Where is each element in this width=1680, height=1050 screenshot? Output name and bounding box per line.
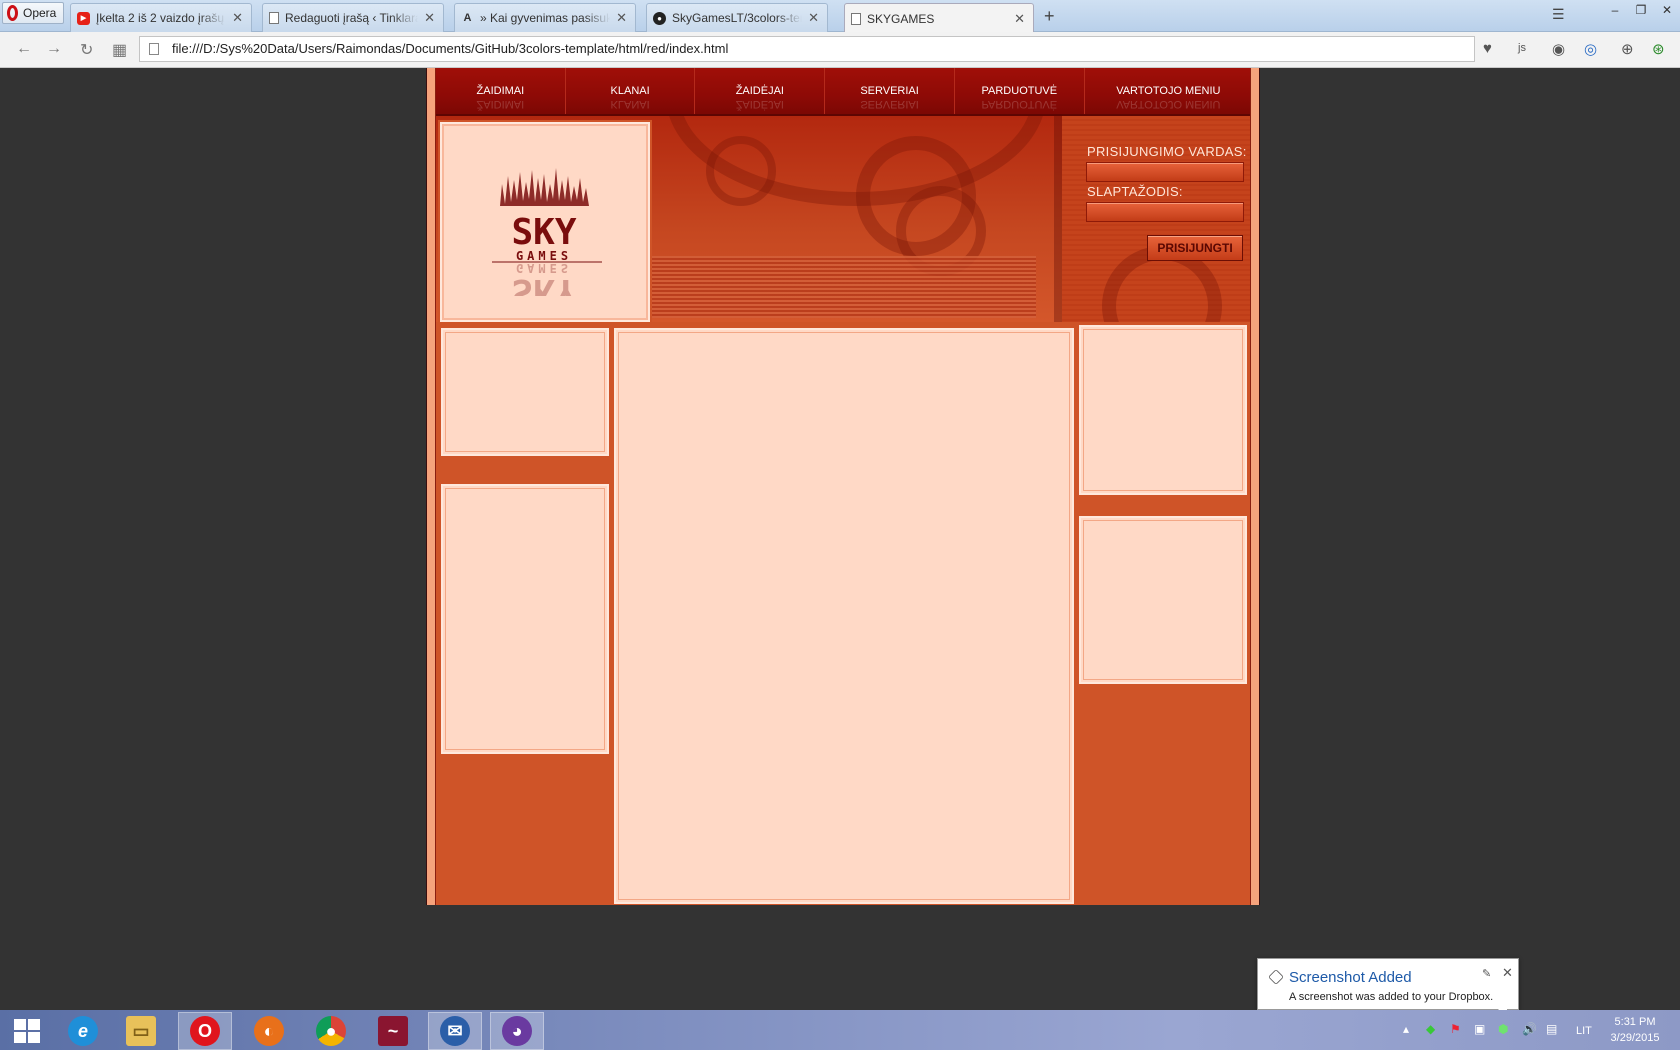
page-icon [269, 12, 279, 24]
tab-title: Įkelta 2 iš 2 vaizdo įrašų - Y [96, 11, 226, 25]
cygwin-icon[interactable]: ~ [366, 1012, 420, 1050]
nav-item-clans[interactable]: KLANAI [566, 68, 696, 114]
language-indicator[interactable]: LIT [1576, 1025, 1592, 1037]
address-field[interactable]: file:///D:/Sys%20Data/Users/Raimondas/Do… [139, 36, 1475, 62]
opera-menu-button[interactable]: Opera [2, 2, 64, 24]
security-tray-icon[interactable]: ◆ [1426, 1022, 1435, 1036]
tab-youtube[interactable]: ▶ Įkelta 2 iš 2 vaizdo įrašų - Y ✕ [70, 3, 252, 32]
logo-games-text: GAMES [516, 249, 572, 263]
window-controls: – ❐ ✕ [1602, 0, 1680, 22]
username-field[interactable] [1086, 162, 1244, 182]
dropbox-notification[interactable]: Screenshot Added A screenshot was added … [1257, 958, 1519, 1018]
tab-blog-post[interactable]: A » Kai gyvenimas pasisuka a ✕ [454, 3, 636, 32]
start-button[interactable] [14, 1019, 40, 1043]
tray-expand-icon[interactable]: ▴ [1403, 1022, 1409, 1036]
password-field[interactable] [1086, 202, 1244, 222]
skygames-page: ŽAIDIMAI KLANAI ŽAIDĖJAI SERVERIAI PARDU… [426, 68, 1260, 905]
new-tab-button[interactable]: + [1044, 6, 1055, 27]
internet-explorer-icon[interactable]: e [56, 1012, 110, 1050]
file-explorer-icon[interactable]: ▭ [114, 1012, 168, 1050]
thunderbird-icon[interactable]: ✉ [428, 1012, 482, 1050]
address-toolbar: ← → ↻ ▦ file:///D:/Sys%20Data/Users/Raim… [0, 32, 1680, 68]
eye-extension-icon[interactable]: ◎ [1584, 40, 1597, 58]
opera-taskbar-icon[interactable]: O [178, 1012, 232, 1050]
tab-github[interactable]: ● SkyGamesLT/3colors-temp ✕ [646, 3, 828, 32]
sync-extension-icon[interactable]: ⊛ [1652, 40, 1665, 58]
volume-icon[interactable]: 🔊 [1522, 1022, 1537, 1036]
clock-time: 5:31 PM [1614, 1016, 1656, 1028]
nav-item-user-menu[interactable]: VARTOTOJO MENIU [1085, 68, 1252, 114]
tab-skygames[interactable]: SKYGAMES ✕ [844, 3, 1034, 33]
maximize-icon[interactable]: ❐ [1628, 0, 1654, 22]
logo-panel: SKY GAMES SKY GAMES [440, 122, 650, 322]
dropbox-tray-icon[interactable]: ⬢ [1498, 1022, 1508, 1036]
logo-sky-text: SKY [511, 212, 576, 253]
browser-tab-strip: Opera ▶ Įkelta 2 iš 2 vaizdo įrašų - Y ✕… [0, 0, 1680, 33]
nav-item-players[interactable]: ŽAIDĖJAI [695, 68, 826, 114]
main-content-area [614, 328, 1074, 904]
tab-menu-icon[interactable]: ☰ [1552, 6, 1565, 23]
right-sidebar-box [1079, 516, 1247, 684]
close-icon[interactable]: ✕ [1502, 965, 1513, 981]
reload-icon[interactable]: ↻ [80, 40, 93, 60]
network-icon[interactable]: ▤ [1546, 1022, 1557, 1036]
left-sidebar-box [441, 484, 609, 754]
opera-menu-label: Opera [23, 6, 57, 20]
javascript-extension-icon[interactable]: js [1518, 42, 1526, 54]
opera-logo-icon [7, 5, 18, 21]
password-label: SLAPTAŽODIS: [1087, 184, 1183, 199]
download-icon[interactable]: ⊕ [1621, 40, 1634, 58]
url-text: file:///D:/Sys%20Data/Users/Raimondas/Do… [172, 41, 729, 56]
firefox-icon[interactable]: ◐ [242, 1012, 296, 1050]
minimize-icon[interactable]: – [1602, 0, 1628, 22]
back-icon[interactable]: ← [16, 40, 32, 58]
page-icon [149, 43, 159, 55]
display-tray-icon[interactable]: ▣ [1474, 1022, 1485, 1036]
owl-extension-icon[interactable]: ◉ [1552, 40, 1565, 58]
github-icon: ● [653, 11, 666, 25]
close-icon[interactable]: ✕ [808, 10, 819, 26]
bookmark-heart-icon[interactable]: ♥ [1483, 40, 1492, 57]
tab-title: Redaguoti įrašą ‹ Tinklaraš [285, 11, 419, 25]
youtube-icon: ▶ [77, 11, 90, 25]
speed-dial-icon[interactable]: ▦ [112, 40, 127, 60]
chrome-icon[interactable]: ● [304, 1012, 358, 1050]
close-icon[interactable]: ✕ [1014, 11, 1025, 27]
decor-ring [706, 136, 776, 206]
nav-item-games[interactable]: ŽAIDIMAI [436, 68, 566, 114]
tab-title: » Kai gyvenimas pasisuka a [480, 11, 610, 25]
pin-icon[interactable]: ✎ [1482, 967, 1491, 980]
right-sidebar-box [1079, 325, 1247, 495]
notification-title: Screenshot Added [1289, 969, 1412, 986]
a-letter-icon: A [463, 12, 472, 24]
page-icon [851, 12, 861, 25]
username-label: PRISIJUNGIMO VARDAS: [1087, 144, 1247, 159]
skygames-logo: SKY GAMES SKY GAMES [492, 168, 602, 296]
dropbox-icon [1268, 969, 1284, 985]
login-button[interactable]: PRISIJUNGTI [1147, 235, 1243, 261]
nav-item-servers[interactable]: SERVERIAI [825, 68, 955, 114]
clock-date: 3/29/2015 [1610, 1032, 1660, 1044]
tab-title: SKYGAMES [867, 11, 935, 26]
system-clock[interactable]: 5:31 PM 3/29/2015 [1600, 1014, 1670, 1046]
main-navigation: ŽAIDIMAI KLANAI ŽAIDĖJAI SERVERIAI PARDU… [436, 68, 1252, 116]
window-close-icon[interactable]: ✕ [1654, 0, 1680, 22]
decor-stripes [636, 256, 1036, 318]
forward-icon[interactable]: → [46, 40, 62, 58]
tab-title: SkyGamesLT/3colors-temp [672, 11, 803, 25]
close-icon[interactable]: ✕ [616, 10, 627, 26]
header-divider [1054, 116, 1062, 322]
network-warning-icon[interactable]: ⚑ [1450, 1022, 1461, 1036]
left-sidebar-box [441, 328, 609, 456]
notification-body: A screenshot was added to your Dropbox. [1289, 991, 1494, 1003]
logo-reflection: GAMES [516, 261, 572, 275]
tab-wordpress-edit[interactable]: Redaguoti įrašą ‹ Tinklaraš ✕ [262, 3, 444, 32]
close-icon[interactable]: ✕ [424, 10, 435, 26]
nav-item-shop[interactable]: PARDUOTUVĖ [955, 68, 1085, 114]
close-icon[interactable]: ✕ [232, 10, 243, 26]
tor-icon[interactable]: ◕ [490, 1012, 544, 1050]
